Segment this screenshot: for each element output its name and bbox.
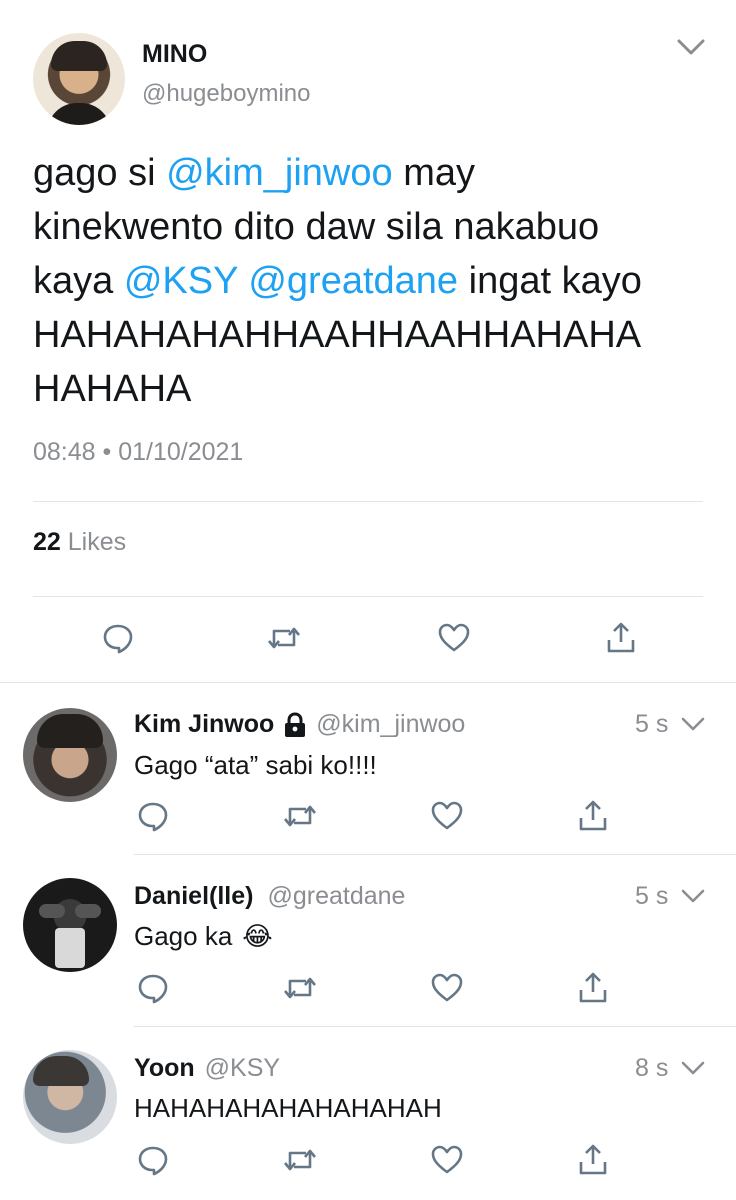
share-icon[interactable] (606, 620, 636, 654)
tweet-text-segment: gago si (33, 152, 167, 194)
mention-link[interactable]: @kim_jinwoo (166, 152, 393, 194)
reply-icon[interactable] (102, 622, 134, 654)
divider (134, 1026, 736, 1027)
reply-text: Gago ka (134, 921, 233, 951)
share-icon[interactable] (578, 798, 608, 832)
tweet-text-segment (238, 260, 249, 302)
like-icon[interactable] (437, 622, 471, 654)
reply-body: Gago ka 😂 (134, 921, 273, 952)
reply-time[interactable]: 5 s (635, 882, 668, 911)
chevron-down-icon[interactable] (680, 1060, 706, 1076)
reply-icon[interactable] (137, 972, 169, 1004)
tweet-text-segment: may (392, 152, 475, 194)
mention-link[interactable]: @KSY (124, 260, 238, 302)
reply-author-handle[interactable]: @kim_jinwoo (316, 710, 465, 739)
laughing-emoji-icon: 😂 (242, 921, 273, 951)
retweet-icon[interactable] (282, 972, 318, 1004)
reply-time[interactable]: 5 s (635, 710, 668, 739)
likes-stat[interactable]: 22 Likes (33, 528, 126, 557)
reply-author-handle[interactable]: @KSY (205, 1054, 280, 1083)
divider (33, 501, 703, 502)
reply-author-name[interactable]: Daniel(lle) (134, 882, 253, 911)
chevron-down-icon[interactable] (680, 888, 706, 904)
reply-avatar[interactable] (23, 708, 117, 802)
reply-header: Yoon @KSY (134, 1054, 280, 1083)
share-icon[interactable] (578, 970, 608, 1004)
divider (134, 854, 736, 855)
tweet-text-segment: kaya (33, 260, 124, 302)
likes-label: Likes (67, 528, 127, 556)
reply-text: HAHAHAHAHAHAHAHAH (134, 1093, 442, 1123)
likes-count: 22 (33, 528, 61, 556)
tweet-text-segment: ingat kayo (458, 260, 642, 302)
divider (33, 596, 703, 597)
share-icon[interactable] (578, 1142, 608, 1176)
author-handle[interactable]: @hugeboymino (142, 80, 310, 108)
tweet-text-line: kinekwento dito daw sila nakabuo (33, 206, 600, 248)
like-icon[interactable] (430, 972, 464, 1004)
chevron-down-icon[interactable] (676, 38, 706, 56)
like-icon[interactable] (430, 1144, 464, 1176)
tweet-text: gago si @kim_jinwoo may kinekwento dito … (33, 146, 723, 416)
reply-author-handle[interactable]: @greatdane (267, 882, 405, 911)
reply-text: Gago “ata” sabi ko!!!! (134, 750, 377, 780)
retweet-icon[interactable] (266, 622, 302, 654)
reply-avatar[interactable] (23, 878, 117, 972)
retweet-icon[interactable] (282, 800, 318, 832)
lock-icon (282, 711, 308, 738)
reply-avatar[interactable] (23, 1050, 117, 1144)
mention-link[interactable]: @greatdane (248, 260, 458, 302)
reply-header: Kim Jinwoo @kim_jinwoo (134, 710, 465, 739)
reply-icon[interactable] (137, 800, 169, 832)
tweet-text-line: HAHAHAHAHHAAHHAAHHAHAHA (33, 314, 642, 356)
reply-author-name[interactable]: Kim Jinwoo (134, 710, 274, 739)
author-name[interactable]: MINO (142, 40, 207, 69)
tweet-text-line: HAHAHA (33, 368, 192, 410)
reply-author-name[interactable]: Yoon (134, 1054, 195, 1083)
reply-header: Daniel(lle) @greatdane (134, 882, 405, 911)
divider (0, 682, 736, 683)
author-avatar[interactable] (33, 33, 125, 125)
like-icon[interactable] (430, 800, 464, 832)
chevron-down-icon[interactable] (680, 716, 706, 732)
tweet-timestamp[interactable]: 08:48 • 01/10/2021 (33, 438, 243, 467)
reply-time[interactable]: 8 s (635, 1054, 668, 1083)
reply-icon[interactable] (137, 1144, 169, 1176)
retweet-icon[interactable] (282, 1144, 318, 1176)
